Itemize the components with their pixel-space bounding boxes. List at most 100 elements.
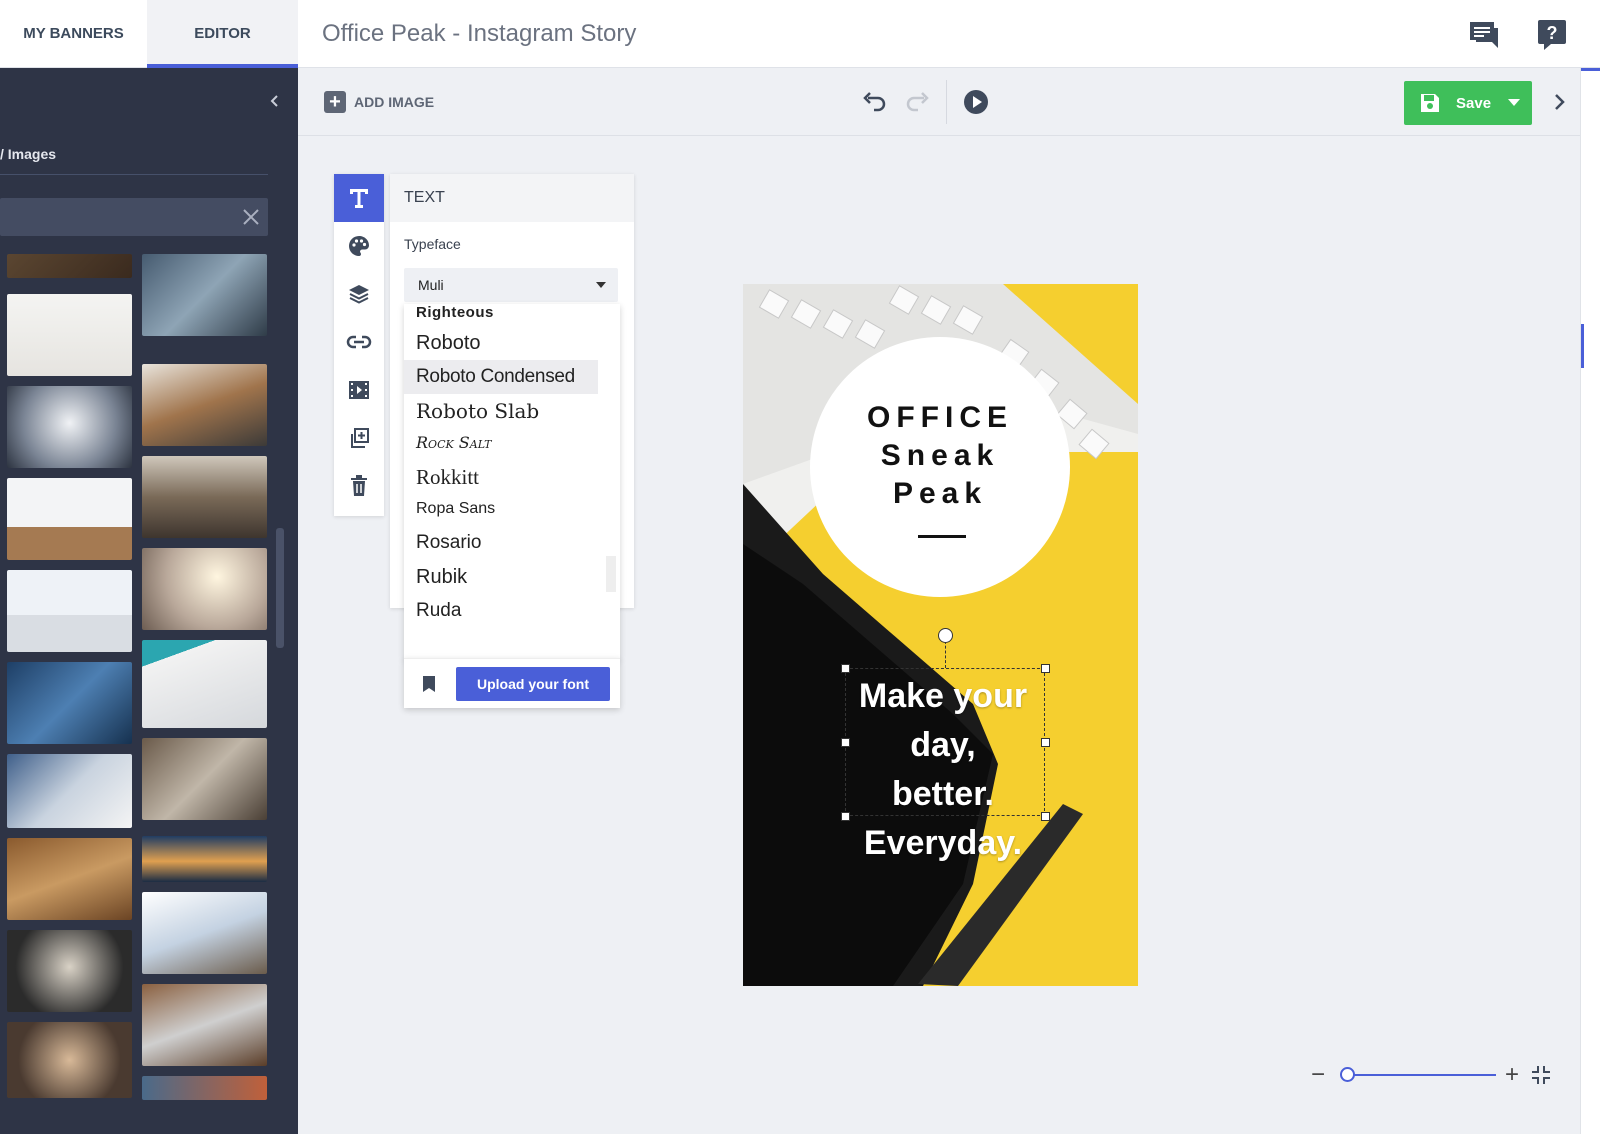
save-button[interactable]: Save (1404, 81, 1532, 125)
panel-heading: / Images (0, 146, 57, 162)
link-tool-button[interactable] (334, 318, 384, 366)
save-label: Save (1456, 94, 1492, 112)
image-search-input[interactable] (0, 198, 268, 236)
duplicate-tool-button[interactable] (334, 414, 384, 462)
image-thumbnail[interactable] (7, 294, 132, 376)
collapse-panel-icon[interactable] (268, 92, 288, 112)
tab-editor[interactable]: EDITOR (147, 0, 298, 68)
trash-icon (351, 475, 367, 496)
color-tool-button[interactable] (334, 222, 384, 270)
image-thumbnail[interactable] (7, 930, 132, 1012)
font-option-rosario[interactable]: Rosario (404, 526, 598, 560)
tab-my-banners[interactable]: MY BANNERS (0, 0, 147, 68)
image-thumbnail[interactable] (142, 640, 267, 728)
text-icon (350, 189, 368, 208)
resize-handle[interactable] (841, 738, 850, 747)
animation-tool-button[interactable] (334, 366, 384, 414)
zoom-control: − + (1306, 1060, 1556, 1090)
chevron-down-icon[interactable] (1508, 99, 1520, 106)
circle-title-line: OFFICE (867, 401, 1013, 434)
image-thumbnail[interactable] (142, 836, 267, 882)
image-thumbnail[interactable] (142, 456, 267, 538)
rotate-handle[interactable] (938, 628, 953, 643)
fit-to-screen-icon[interactable] (1530, 1064, 1552, 1086)
typeface-value: Muli (418, 277, 444, 293)
zoom-out-button[interactable]: − (1306, 1060, 1330, 1090)
film-icon (349, 381, 369, 399)
add-image-button[interactable]: + ADD IMAGE (324, 90, 434, 114)
typeface-label: Typeface (404, 236, 461, 252)
element-tool-column (334, 174, 384, 516)
body-text-line: Make your (858, 677, 1028, 715)
zoom-slider-track[interactable] (1342, 1074, 1496, 1076)
title-circle[interactable]: OFFICE Sneak Peak (810, 337, 1070, 597)
undo-icon[interactable] (860, 88, 888, 116)
decorative-rule (918, 535, 966, 538)
zoom-slider-handle[interactable] (1340, 1067, 1355, 1082)
close-icon[interactable] (240, 206, 262, 228)
image-thumbnail[interactable] (7, 754, 132, 828)
active-indicator (1581, 324, 1584, 368)
play-icon[interactable] (962, 88, 990, 116)
image-thumbnail[interactable] (7, 570, 132, 652)
delete-tool-button[interactable] (334, 462, 384, 510)
image-thumbnail[interactable] (142, 364, 267, 446)
link-icon (346, 335, 372, 349)
image-thumbnail[interactable] (7, 838, 132, 920)
upload-font-button[interactable]: Upload your font (456, 667, 610, 701)
font-option-roboto-slab[interactable]: Roboto Slab (404, 394, 598, 428)
resize-handle[interactable] (1041, 738, 1050, 747)
divider (0, 174, 268, 175)
selected-text-element[interactable]: Make your day, better. Everyday. (843, 672, 1043, 868)
layers-tool-button[interactable] (334, 270, 384, 318)
image-thumbnail[interactable] (142, 984, 267, 1066)
layers-icon (349, 285, 369, 304)
image-thumbnail[interactable] (142, 254, 267, 336)
add-image-label: ADD IMAGE (354, 94, 435, 110)
chat-icon[interactable] (1466, 16, 1502, 52)
image-thumbnail[interactable] (7, 1022, 132, 1098)
floppy-disk-icon (1421, 94, 1439, 112)
font-dropdown-list[interactable]: Righteous Roboto Roboto Condensed Roboto… (404, 304, 620, 660)
image-thumbnail[interactable] (7, 386, 132, 468)
resize-handle[interactable] (1041, 812, 1050, 821)
right-side-strip (1580, 68, 1600, 1134)
active-indicator (1581, 68, 1600, 71)
font-option-roboto[interactable]: Roboto (404, 326, 598, 360)
font-option-rokkitt[interactable]: Rokkitt (404, 460, 598, 494)
editor-toolbar: + ADD IMAGE Save (298, 68, 1580, 136)
font-option-ropa-sans[interactable]: Ropa Sans (404, 492, 598, 526)
resize-handle[interactable] (841, 812, 850, 821)
font-option-rock-salt[interactable]: Rock Salt (404, 426, 598, 460)
typeface-select[interactable]: Muli (404, 268, 618, 302)
top-header: MY BANNERS EDITOR Office Peak - Instagra… (0, 0, 1600, 68)
bookmark-icon[interactable] (422, 675, 436, 693)
help-icon[interactable]: ? (1534, 16, 1570, 52)
body-text-line: day, (910, 726, 976, 764)
image-thumbnail[interactable] (142, 738, 267, 820)
image-thumbnail[interactable] (142, 892, 267, 974)
font-option-roboto-condensed[interactable]: Roboto Condensed (404, 360, 598, 394)
dropdown-scrollbar[interactable] (606, 556, 616, 592)
chevron-down-icon (596, 282, 606, 288)
body-text-line: better. (891, 775, 995, 813)
zoom-in-button[interactable]: + (1500, 1060, 1524, 1090)
panel-title: TEXT (390, 174, 634, 222)
panel-scrollbar[interactable] (276, 528, 284, 648)
text-tool-button[interactable] (334, 174, 384, 222)
font-dropdown-footer: Upload your font (404, 658, 620, 708)
image-thumbnail[interactable] (142, 1076, 267, 1100)
plus-icon: + (324, 91, 346, 113)
resize-handle[interactable] (841, 664, 850, 673)
font-option-ruda[interactable]: Ruda (404, 594, 598, 628)
chevron-right-icon[interactable] (1546, 88, 1574, 116)
image-thumbnail[interactable] (7, 254, 132, 278)
font-option-rubik[interactable]: Rubik (404, 560, 598, 594)
image-thumbnail[interactable] (7, 478, 132, 560)
image-thumbnail[interactable] (7, 662, 132, 744)
image-thumbnail[interactable] (142, 548, 267, 630)
design-canvas[interactable]: OFFICE Sneak Peak Make your day, better.… (743, 284, 1138, 986)
resize-handle[interactable] (1041, 664, 1050, 673)
redo-icon[interactable] (904, 88, 932, 116)
divider (946, 80, 947, 124)
